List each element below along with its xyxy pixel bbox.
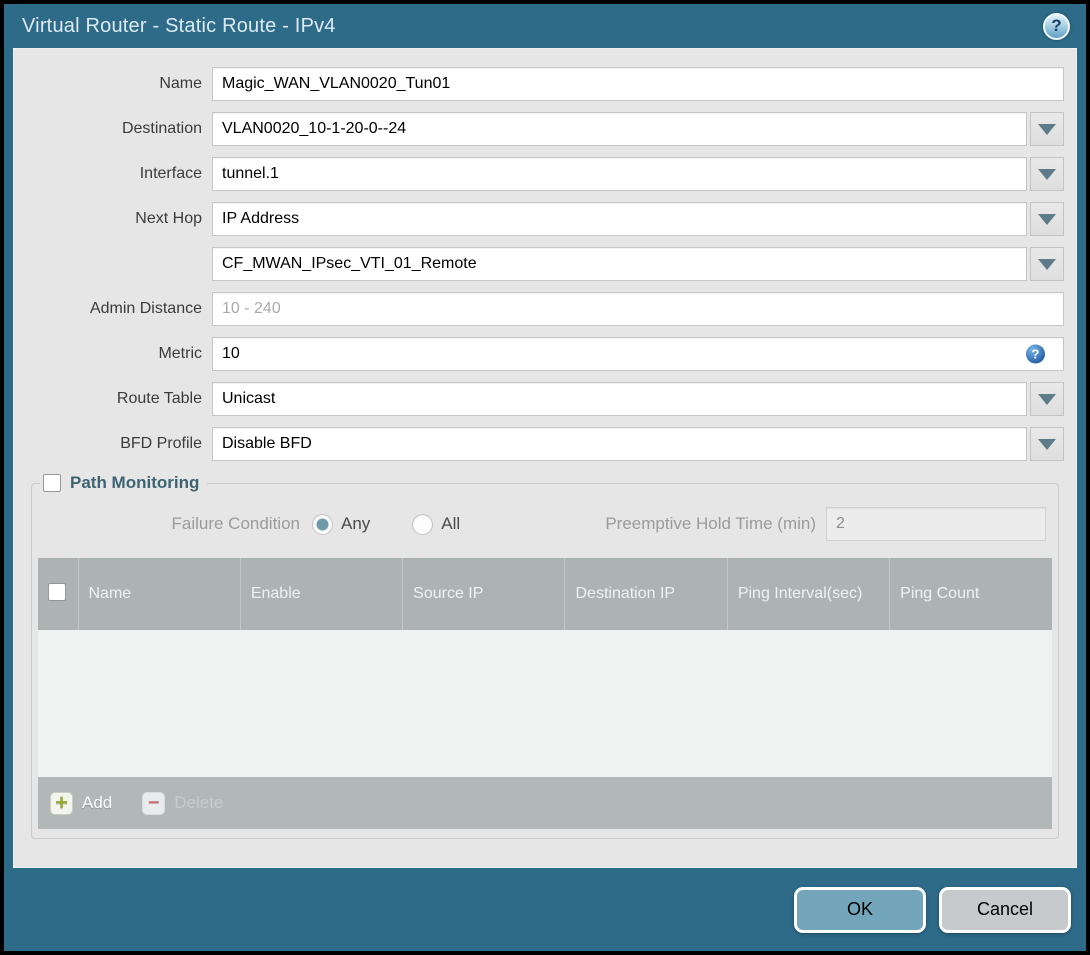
- next-hop-address-input[interactable]: [212, 247, 1027, 281]
- destination-row: Destination: [14, 112, 1076, 146]
- failure-condition-any-option[interactable]: Any: [312, 513, 370, 535]
- any-radio[interactable]: [312, 513, 333, 535]
- next-hop-row: Next Hop: [14, 202, 1076, 236]
- metric-input[interactable]: [212, 337, 1064, 371]
- route-table-dropdown-button[interactable]: [1030, 382, 1064, 416]
- path-monitoring-section: Path Monitoring Failure Condition Any Al…: [31, 473, 1059, 839]
- name-label: Name: [159, 75, 202, 92]
- next-hop-address-row: [14, 247, 1076, 281]
- interface-dropdown-button[interactable]: [1030, 157, 1064, 191]
- route-table-input[interactable]: [212, 382, 1027, 416]
- chevron-down-icon: [1038, 213, 1056, 225]
- bfd-profile-input[interactable]: [212, 427, 1027, 461]
- admin-distance-label: Admin Distance: [89, 300, 202, 317]
- bfd-profile-label: BFD Profile: [120, 435, 202, 452]
- metric-row: Metric ?: [14, 337, 1076, 371]
- chevron-down-icon: [1038, 258, 1056, 270]
- destination-input[interactable]: [212, 112, 1027, 146]
- column-header-name: Name: [78, 558, 241, 630]
- help-icon[interactable]: ?: [1043, 12, 1070, 40]
- table-footer: + Add − Delete: [38, 777, 1052, 829]
- path-monitoring-title: Path Monitoring: [70, 473, 200, 492]
- failure-condition-all-option[interactable]: All: [412, 513, 460, 535]
- column-header-source-ip: Source IP: [402, 558, 566, 630]
- table-empty-body: [38, 630, 1052, 777]
- column-header-ping-count: Ping Count: [900, 585, 980, 602]
- bfd-profile-row: BFD Profile: [14, 427, 1076, 461]
- preemptive-hold-input: [826, 507, 1046, 541]
- bfd-profile-dropdown-button[interactable]: [1030, 427, 1064, 461]
- interface-row: Interface: [14, 157, 1076, 191]
- chevron-down-icon: [1038, 168, 1056, 180]
- destination-label: Destination: [121, 120, 202, 137]
- metric-label: Metric: [158, 345, 202, 362]
- route-table-row: Route Table: [14, 382, 1076, 416]
- column-header-destination-ip: Destination IP: [564, 558, 728, 630]
- interface-label: Interface: [139, 165, 202, 182]
- admin-distance-row: Admin Distance: [14, 292, 1076, 326]
- minus-icon: −: [142, 791, 166, 815]
- select-all-checkbox[interactable]: [48, 582, 66, 601]
- chevron-down-icon: [1038, 123, 1056, 135]
- failure-condition-radios: Any All: [312, 513, 460, 535]
- static-route-dialog: Virtual Router - Static Route - IPv4 ? N…: [0, 0, 1090, 955]
- path-monitoring-table: Name Enable Source IP Destination IP Pin…: [38, 558, 1052, 829]
- all-radio[interactable]: [412, 513, 434, 535]
- dialog-button-bar: OK Cancel: [4, 868, 1086, 951]
- delete-button[interactable]: − Delete: [142, 791, 223, 815]
- cancel-button[interactable]: Cancel: [939, 886, 1071, 933]
- name-row: Name: [14, 67, 1076, 101]
- ok-button[interactable]: OK: [794, 886, 926, 933]
- next-hop-label: Next Hop: [135, 210, 202, 227]
- column-header-ping-interval: Ping Interval(sec): [727, 558, 891, 630]
- failure-condition-label: Failure Condition: [171, 514, 300, 533]
- next-hop-type-input[interactable]: [212, 202, 1027, 236]
- dialog-body: Name Destination Interface: [13, 48, 1077, 868]
- name-input[interactable]: [212, 67, 1064, 101]
- path-monitoring-checkbox[interactable]: [43, 474, 61, 492]
- next-hop-address-dropdown-button[interactable]: [1030, 247, 1064, 281]
- failure-condition-row: Failure Condition Any All Preemptive Hol…: [38, 507, 1052, 541]
- admin-distance-input[interactable]: [212, 292, 1064, 326]
- metric-help-icon[interactable]: ?: [1026, 344, 1045, 364]
- add-button[interactable]: + Add: [50, 791, 112, 815]
- dialog-title: Virtual Router - Static Route - IPv4: [22, 14, 336, 37]
- route-table-label: Route Table: [116, 390, 202, 407]
- interface-input[interactable]: [212, 157, 1027, 191]
- chevron-down-icon: [1038, 393, 1056, 405]
- destination-dropdown-button[interactable]: [1030, 112, 1064, 146]
- plus-icon: +: [50, 791, 73, 815]
- chevron-down-icon: [1038, 438, 1056, 450]
- dialog-titlebar: Virtual Router - Static Route - IPv4 ?: [4, 4, 1086, 48]
- preemptive-hold-label: Preemptive Hold Time (min): [605, 514, 816, 533]
- next-hop-type-dropdown-button[interactable]: [1030, 202, 1064, 236]
- column-header-enable: Enable: [240, 558, 404, 630]
